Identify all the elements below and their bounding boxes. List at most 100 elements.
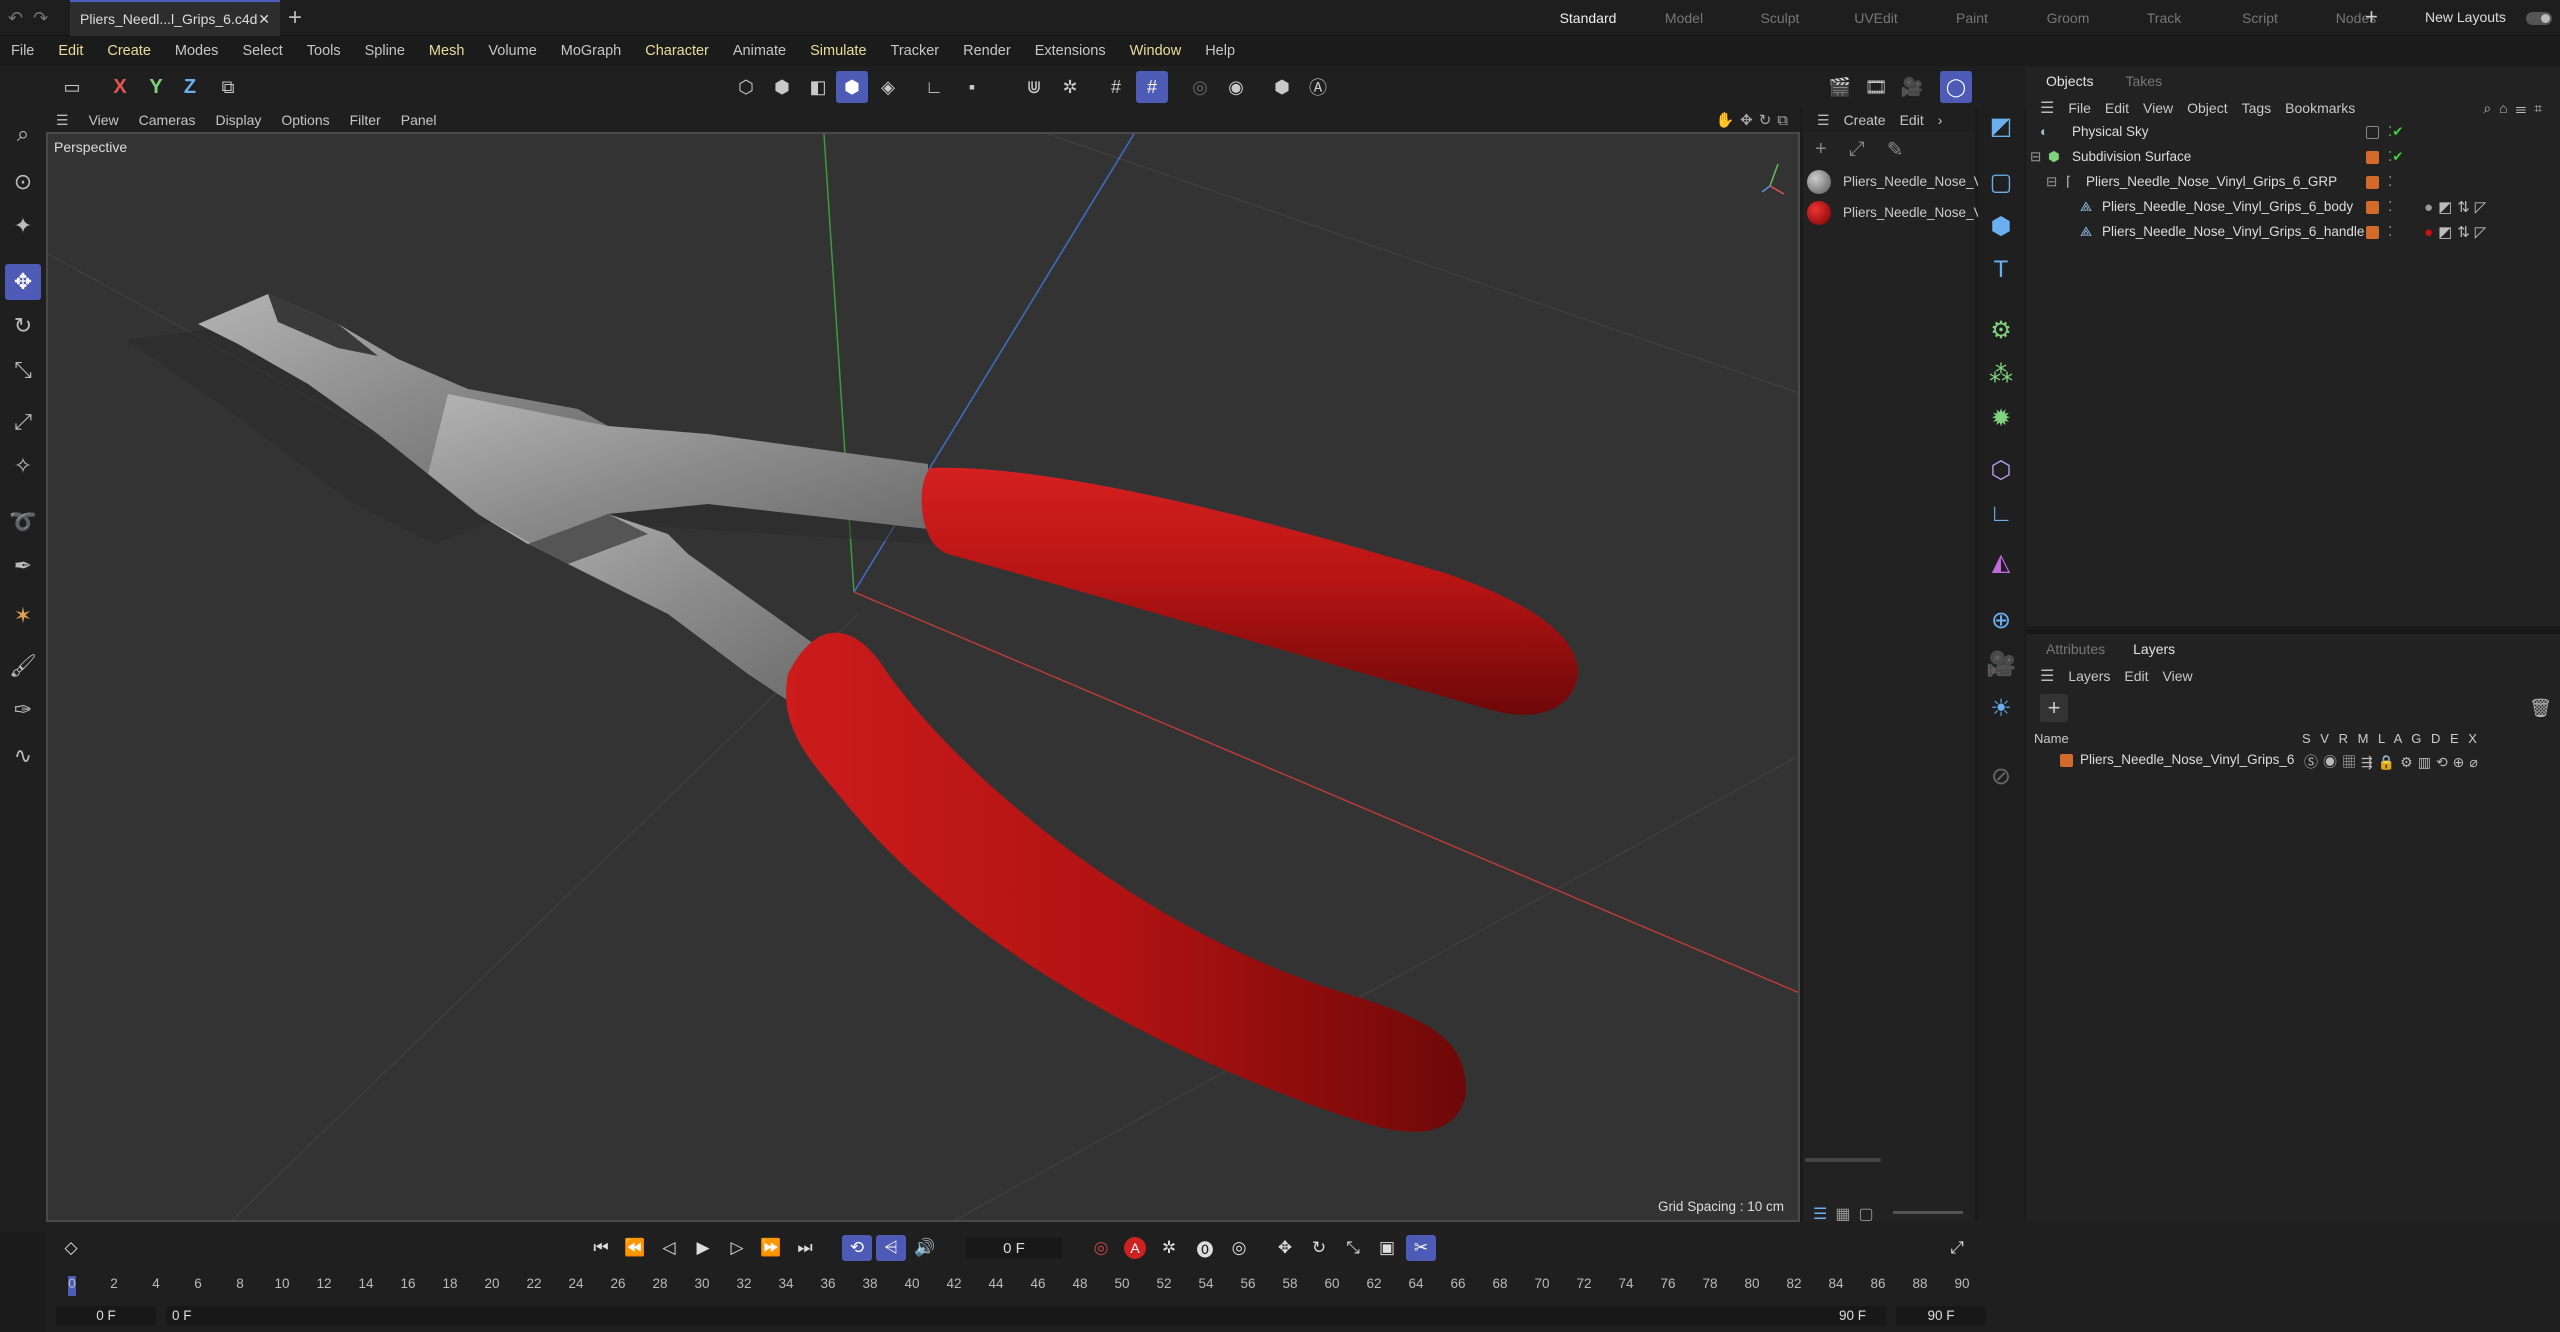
render-view-icon[interactable]: 🎬 [1824,71,1856,103]
interactive-render-icon[interactable]: ◯ [1940,71,1972,103]
next-frame-button[interactable]: ▷ [722,1235,752,1261]
object-row-subdivision-surface[interactable]: ⊟ ⬢ Subdivision Surface ⁚✔ [2026,145,2560,170]
viewport-menu-view[interactable]: View [89,112,119,128]
menu-tools[interactable]: Tools [307,43,341,59]
rotate-tool-icon[interactable]: ↻ [5,308,41,344]
layer-flag-icons[interactable]: Ⓢ◉▦⇶🔒⚙▥⟲⊕⌀ [2304,752,2483,772]
menu-edit[interactable]: Edit [58,43,83,59]
axis-z-toggle[interactable]: Z [174,71,206,103]
delete-layer-icon[interactable]: 🗑 [2529,698,2552,719]
material-edit-icon[interactable]: ✎ [1887,137,1904,162]
menu-animate[interactable]: Animate [733,43,786,59]
material-item[interactable]: Pliers_Needle_Nose_V [1803,197,1983,228]
object-menu-view[interactable]: View [2143,100,2173,116]
material-item[interactable]: Pliers_Needle_Nose_V [1803,166,1983,197]
autokey-icon[interactable]: A [1120,1235,1150,1261]
layout-tab-sculpt[interactable]: Sculpt [1732,10,1828,26]
layout-tab-groom[interactable]: Groom [2020,10,2116,26]
layer-color-box[interactable] [2366,151,2379,164]
menu-mograph[interactable]: MoGraph [561,43,621,59]
key-pla-icon[interactable]: ✂ [1406,1235,1436,1261]
material-scrollbar[interactable] [1805,1158,1881,1162]
visibility-check-icon[interactable]: ⁚✔ [2388,149,2404,165]
menu-volume[interactable]: Volume [488,43,536,59]
visibility-dots-icon[interactable]: ⁚ [2388,224,2392,240]
undo-redo-icons[interactable]: ↶↷ [8,8,58,29]
deformer-icon[interactable]: ✹ [1983,400,2019,436]
workplane-icon[interactable]: # [1100,71,1132,103]
menu-spline[interactable]: Spline [365,43,405,59]
grid-snap-icon[interactable]: # [1136,71,1168,103]
solo-icon[interactable]: ◉ [1220,71,1252,103]
coordinate-system-icon[interactable]: ⧉ [212,71,244,103]
layer-color-box[interactable] [2366,226,2379,239]
sound-icon[interactable]: 🔊 [910,1235,940,1261]
object-menu-file[interactable]: File [2068,100,2091,116]
layer-color-swatch[interactable] [2060,754,2073,767]
layer-menu-view[interactable]: View [2163,668,2193,684]
motion-record-icon[interactable]: ⓿ [1190,1235,1220,1261]
auto-keying-icon[interactable]: Ⓐ [1302,71,1334,103]
object-menu-tags[interactable]: Tags [2242,100,2272,116]
key-filter-icon[interactable]: ◎ [1224,1235,1254,1261]
uv-mode-icon[interactable]: ◈ [872,71,904,103]
scale-tool-icon[interactable]: ⤡ [5,352,41,388]
key-rotation-icon[interactable]: ↻ [1304,1235,1334,1261]
layer-hamburger-icon[interactable]: ☰ [2040,666,2054,686]
viewport-menu-cameras[interactable]: Cameras [139,112,196,128]
layer-color-box[interactable] [2366,201,2379,214]
plane-object-icon[interactable]: ▢ [1983,164,2019,200]
generator-icon[interactable]: ⚙ [1983,312,2019,348]
snap-settings-icon[interactable]: ✲ [1054,71,1086,103]
layer-menu-edit[interactable]: Edit [2124,668,2148,684]
material-view-modes[interactable]: ☰ ▦ ▢ [1813,1204,1874,1224]
frame-ruler[interactable]: 0 2 4 6 8 10 12 14 16 18 20 22 24 26 28 30 32 34 36 38 40 42 4… [66,1272,1976,1302]
object-tags-icons[interactable]: ●◩⇅◸ [2424,198,2491,216]
menu-select[interactable]: Select [242,43,282,59]
new-layouts-button[interactable]: New Layouts [2425,9,2506,25]
knife-icon[interactable]: ✑ [5,692,41,728]
volume-icon[interactable]: ◭ [1983,544,2019,580]
axis-y-toggle[interactable]: Y [140,71,172,103]
cloner-icon[interactable]: ⁂ [1983,356,2019,392]
brush-icon[interactable]: 🖌 [5,648,41,684]
snap-tool-icon[interactable]: ✧ [5,448,41,484]
keyframe-diamond-icon[interactable]: ◇ [56,1235,86,1261]
menu-tracker[interactable]: Tracker [891,43,940,59]
add-material-icon[interactable]: + [1815,138,1827,161]
play-button[interactable]: ▶ [688,1235,718,1261]
material-size-slider[interactable] [1893,1211,1963,1214]
search-icon[interactable]: ⌕ [5,116,41,152]
next-key-button[interactable]: ⏩ [756,1235,786,1261]
playback-rate-button[interactable]: ⩤ [876,1235,906,1261]
layer-menu-layers[interactable]: Layers [2068,668,2110,684]
menu-mesh[interactable]: Mesh [429,43,464,59]
menu-create[interactable]: Create [107,43,151,59]
viewport-menu-display[interactable]: Display [215,112,261,128]
loop-button[interactable]: ⟲ [842,1235,872,1261]
transform-tool-icon[interactable]: ⤢ [5,404,41,440]
menu-character[interactable]: Character [645,43,709,59]
rig-tool-icon[interactable]: ✶ [5,598,41,634]
record-off-icon[interactable]: ◎ [1086,1235,1116,1261]
3d-viewport[interactable]: Perspective Grid Spacing : 10 cm [46,132,1800,1222]
field-icon[interactable]: ⬡ [1983,452,2019,488]
render-settings-icon[interactable]: 🎥 [1896,71,1928,103]
end-frame-field[interactable]: 90 F [1896,1306,1986,1326]
viewport-nav-icons[interactable]: ✋✥↻⧉ [1715,108,1800,132]
collapse-toggle-icon[interactable]: ⊟ [2030,149,2041,165]
layout-tab-standard[interactable]: Standard [1540,10,1636,26]
previous-key-button[interactable]: ⏪ [620,1235,650,1261]
tab-takes[interactable]: Takes [2125,73,2162,89]
snap-icon[interactable]: ⋓ [1018,71,1050,103]
material-link-icon[interactable]: ⤢ [1849,138,1865,161]
object-menu-edit[interactable]: Edit [2105,100,2129,116]
viewport-menu-filter[interactable]: Filter [350,112,381,128]
points-mode-icon[interactable]: ⬡ [730,71,762,103]
cube-object-icon[interactable]: ⬢ [1983,208,2019,244]
start-frame-field[interactable]: 0 F [56,1306,156,1326]
solo-off-icon[interactable]: ◎ [1184,71,1216,103]
object-menu-object[interactable]: Object [2187,100,2227,116]
layer-color-box[interactable] [2366,176,2379,189]
chevron-right-icon[interactable]: › [1938,112,1943,128]
